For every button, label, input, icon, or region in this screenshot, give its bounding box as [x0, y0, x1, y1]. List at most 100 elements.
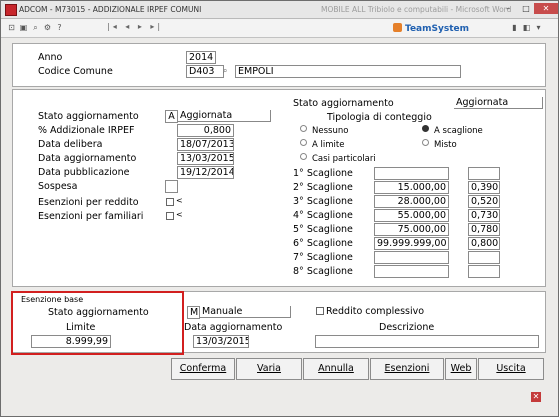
settings-icon[interactable]: ⚙: [43, 23, 52, 32]
status-close-icon[interactable]: ✕: [531, 392, 541, 402]
esenzione-stato-code[interactable]: M: [187, 306, 200, 319]
esenzioni-reddito-checkbox[interactable]: [166, 198, 174, 206]
conferma-button[interactable]: Conferma: [171, 358, 235, 380]
addizionale-irpef-field[interactable]: 0,800: [177, 124, 234, 137]
scaglione-7-label: 7° Scaglione: [293, 252, 353, 263]
scaglione-4-rate[interactable]: 0,730: [468, 209, 500, 222]
esenzione-data-agg-field[interactable]: 13/03/2015: [193, 335, 249, 348]
data-aggiornamento-label: Data aggiornamento: [38, 153, 137, 164]
background-window-title: MOBILE ALL Tribiolo e computabili - Micr…: [321, 5, 512, 14]
radio-nessuno[interactable]: Nessuno: [300, 125, 348, 136]
lookup-icon[interactable]: ⌕: [223, 66, 227, 76]
sospesa-field[interactable]: [165, 180, 178, 193]
scaglione-1-amount[interactable]: [374, 167, 449, 180]
reddito-complessivo-label: Reddito complessivo: [326, 306, 425, 317]
radio-casi-particolari[interactable]: Casi particolari: [300, 153, 376, 164]
esenzioni-button[interactable]: Esenzioni: [370, 358, 444, 380]
codice-comune-field[interactable]: D403: [186, 65, 224, 78]
comune-name-field[interactable]: EMPOLI: [235, 65, 461, 78]
data-pubblicazione-label: Data pubblicazione: [38, 167, 130, 178]
button-bar: Conferma Varia Annulla Esenzioni Web Usc…: [171, 358, 544, 380]
scaglione-7-rate[interactable]: [468, 251, 500, 264]
stato-aggiornamento-label: Stato aggiornamento: [38, 111, 139, 122]
anno-label: Anno: [38, 52, 63, 63]
toolbar: ⊡ ▣ ⌕ ⚙ ? |◂ ◂ ▸ ▸| TeamSystem ▮ ◧ ▾: [1, 19, 558, 38]
close-button[interactable]: ✕: [534, 3, 558, 14]
data-delibera-field[interactable]: 18/07/2013: [177, 138, 234, 151]
data-delibera-label: Data delibera: [38, 139, 103, 150]
main-panel: Stato aggiornamento A Aggiornata % Addiz…: [12, 89, 546, 287]
radio-dot-icon: [300, 125, 307, 132]
right-stato-label: Stato aggiornamento: [293, 98, 394, 109]
esenzioni-reddito-symbol: <: [176, 196, 183, 205]
back-icon[interactable]: ⊡: [7, 23, 16, 32]
window-title: ADCOM - M73015 - ADDIZIONALE IRPEF COMUN…: [19, 5, 202, 14]
print-icon[interactable]: ▣: [19, 23, 28, 32]
scaglione-5-amount[interactable]: 75.000,00: [374, 223, 449, 236]
radio-misto-label: Misto: [434, 140, 457, 150]
maximize-button[interactable]: □: [517, 3, 535, 14]
stato-value-field: Aggiornata: [178, 110, 271, 122]
record-navigation[interactable]: |◂ ◂ ▸ ▸|: [107, 22, 163, 31]
scaglione-1-rate[interactable]: [468, 167, 500, 180]
scaglione-3-rate[interactable]: 0,520: [468, 195, 500, 208]
highlight-frame: [11, 291, 184, 355]
radio-dot-icon: [300, 139, 307, 146]
esenzioni-familiari-symbol: <: [176, 210, 183, 219]
radio-misto[interactable]: Misto: [422, 139, 457, 150]
application-window: ADCOM - M73015 - ADDIZIONALE IRPEF COMUN…: [0, 0, 559, 417]
scaglione-1-label: 1° Scaglione: [293, 168, 353, 179]
scaglione-4-label: 4° Scaglione: [293, 210, 353, 221]
codice-comune-label: Codice Comune: [38, 66, 113, 77]
menu-icon[interactable]: ▾: [534, 23, 543, 32]
radio-nessuno-label: Nessuno: [312, 126, 349, 136]
annulla-button[interactable]: Annulla: [303, 358, 369, 380]
reddito-complessivo-checkbox[interactable]: [316, 307, 324, 315]
book-icon[interactable]: ▮: [510, 23, 519, 32]
sospesa-label: Sospesa: [38, 181, 78, 192]
right-stato-value: Aggiornata: [454, 97, 543, 109]
web-button[interactable]: Web: [445, 358, 477, 380]
minimize-button[interactable]: –: [499, 3, 517, 14]
teamsystem-icon: [393, 23, 402, 32]
tipologia-label: Tipologia di conteggio: [327, 112, 432, 123]
app-icon: [5, 4, 17, 16]
scaglione-6-amount[interactable]: 99.999.999,00: [374, 237, 449, 250]
brand-logo: TeamSystem: [393, 23, 469, 34]
varia-button[interactable]: Varia: [236, 358, 302, 380]
radio-a-scaglione[interactable]: A scaglione: [422, 125, 483, 136]
help-icon[interactable]: ?: [55, 23, 64, 32]
radio-casi-label: Casi particolari: [312, 154, 376, 164]
esenzioni-reddito-label: Esenzioni per reddito: [38, 197, 139, 208]
data-aggiornamento-field[interactable]: 13/03/2015: [177, 152, 234, 165]
tools-icon[interactable]: ◧: [522, 23, 531, 32]
radio-dot-selected-icon: [422, 125, 429, 132]
scaglione-7-amount[interactable]: [374, 251, 449, 264]
scaglione-5-label: 5° Scaglione: [293, 224, 353, 235]
scaglione-4-amount[interactable]: 55.000,00: [374, 209, 449, 222]
scaglione-8-amount[interactable]: [374, 265, 449, 278]
search-icon[interactable]: ⌕: [31, 23, 40, 32]
addizionale-irpef-label: % Addizionale IRPEF: [38, 125, 135, 136]
scaglione-8-rate[interactable]: [468, 265, 500, 278]
scaglione-2-label: 2° Scaglione: [293, 182, 353, 193]
radio-a-limite-label: A limite: [312, 140, 345, 150]
radio-a-scaglione-label: A scaglione: [434, 126, 483, 136]
scaglione-5-rate[interactable]: 0,780: [468, 223, 500, 236]
descrizione-field[interactable]: [315, 335, 539, 348]
scaglione-8-label: 8° Scaglione: [293, 266, 353, 277]
brand-text: TeamSystem: [405, 24, 469, 34]
title-bar: ADCOM - M73015 - ADDIZIONALE IRPEF COMUN…: [1, 1, 558, 19]
uscita-button[interactable]: Uscita: [478, 358, 544, 380]
radio-a-limite[interactable]: A limite: [300, 139, 344, 150]
scaglione-3-amount[interactable]: 28.000,00: [374, 195, 449, 208]
scaglione-2-rate[interactable]: 0,390: [468, 181, 500, 194]
anno-field[interactable]: 2014: [186, 51, 216, 64]
scaglione-2-amount[interactable]: 15.000,00: [374, 181, 449, 194]
stato-code-field[interactable]: A: [165, 110, 178, 123]
esenzione-stato-value: Manuale: [200, 306, 291, 318]
scaglione-6-rate[interactable]: 0,800: [468, 237, 500, 250]
data-pubblicazione-field[interactable]: 19/12/2014: [177, 166, 234, 179]
scaglione-6-label: 6° Scaglione: [293, 238, 353, 249]
esenzioni-familiari-checkbox[interactable]: [166, 212, 174, 220]
